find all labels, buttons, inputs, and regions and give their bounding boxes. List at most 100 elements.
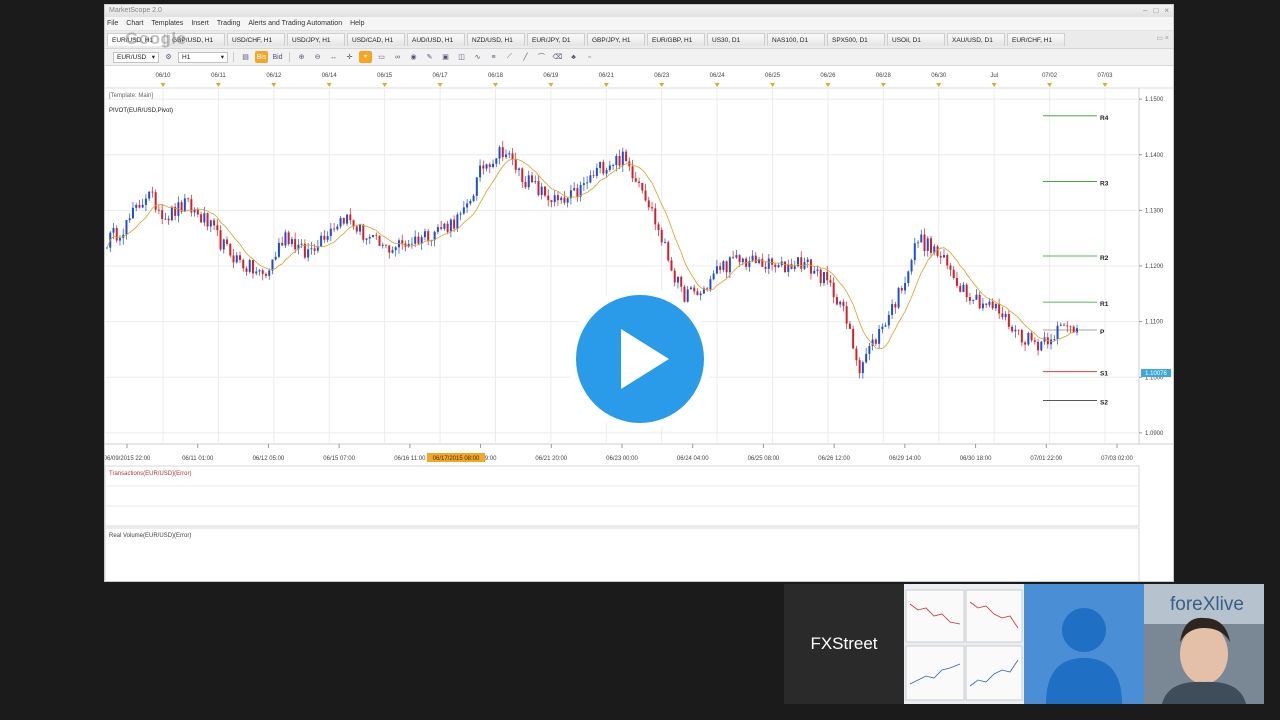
- chart-type-icon[interactable]: ▤: [239, 51, 252, 63]
- candle-body: [913, 243, 916, 261]
- tab-eurusd-h1[interactable]: EUR/USD, H1: [107, 33, 165, 46]
- maximize-icon[interactable]: □: [1153, 6, 1158, 15]
- menu-trading[interactable]: Trading: [217, 20, 240, 27]
- candle-body: [456, 214, 459, 229]
- tab-usdchf-h1[interactable]: USD/CHF, H1: [227, 33, 285, 46]
- menu-help[interactable]: Help: [350, 20, 364, 27]
- top-date-label: 06/24: [710, 73, 726, 79]
- volume-panel: [105, 527, 1140, 581]
- image-icon[interactable]: ▣: [439, 51, 452, 63]
- tab-audusd-h1[interactable]: AUD/USD, H1: [407, 33, 465, 46]
- candle-body: [878, 329, 881, 344]
- menu-chart[interactable]: Chart: [126, 20, 143, 27]
- participant-screenshare[interactable]: [904, 584, 1024, 704]
- tab-eurjpy-d1[interactable]: EUR/JPY, D1: [527, 33, 585, 46]
- candle-body: [498, 147, 501, 159]
- candle-body: [848, 323, 851, 329]
- zoom-out-icon[interactable]: ⊖: [311, 51, 324, 63]
- close-icon[interactable]: ×: [1164, 6, 1169, 15]
- menu-alerts[interactable]: Alerts and Trading Automation: [248, 20, 342, 27]
- tree-icon[interactable]: ♣: [567, 51, 580, 63]
- indicator-icon[interactable]: ∿: [471, 51, 484, 63]
- candle-body: [1063, 324, 1066, 326]
- tab-eurgbp-h1[interactable]: EUR/GBP, H1: [647, 33, 705, 46]
- tab-list-icon[interactable]: ▭ ×: [1156, 34, 1169, 42]
- trend-tool-icon[interactable]: ⟋: [503, 51, 516, 63]
- menu-bar: File Chart Templates Insert Trading Aler…: [105, 17, 1173, 31]
- candle-body: [852, 328, 855, 349]
- pencil-icon[interactable]: ✎: [423, 51, 436, 63]
- candle-body: [800, 257, 803, 269]
- candle-body: [819, 269, 822, 284]
- transactions-label: Transactions(EUR/USD)(Error): [109, 471, 191, 477]
- app-title: MarketScope 2.0: [109, 7, 162, 14]
- candle-body: [161, 210, 164, 219]
- tab-eurchf-h1[interactable]: EUR/CHF, H1: [1007, 33, 1065, 46]
- tab-nas100-d1[interactable]: NAS100, D1: [767, 33, 825, 46]
- symbol-settings-icon[interactable]: ⚙: [162, 51, 175, 63]
- avatar: [1046, 608, 1122, 704]
- bid-button[interactable]: Bis: [255, 51, 268, 63]
- lines-icon[interactable]: ≡: [487, 51, 500, 63]
- candle-body: [518, 168, 521, 170]
- candle-body: [1020, 329, 1023, 343]
- participant-webcam[interactable]: foreXlive: [1144, 584, 1264, 704]
- participant-fxstreet[interactable]: FXStreet: [784, 584, 904, 704]
- candle-body: [667, 242, 670, 261]
- menu-insert[interactable]: Insert: [191, 20, 209, 27]
- candle-body: [725, 261, 728, 273]
- symbol-select[interactable]: EUR/USD ▾: [113, 51, 159, 63]
- candle-body: [352, 220, 355, 227]
- ask-button[interactable]: Bid: [271, 51, 284, 63]
- price-tick-label: 1.1300: [1145, 208, 1164, 214]
- panel-icon[interactable]: ▫: [583, 51, 596, 63]
- level-tool-icon[interactable]: ⌒: [535, 51, 548, 63]
- tab-gbpusd-h1[interactable]: GBP/USD, H1: [167, 33, 225, 46]
- bottom-date-label: 06/25 08:00: [748, 456, 780, 462]
- candle-body: [621, 151, 624, 166]
- participant-avatar[interactable]: [1024, 584, 1144, 704]
- top-date-label: 06/18: [488, 73, 504, 79]
- tab-xauusd-d1[interactable]: XAU/USD, D1: [947, 33, 1005, 46]
- price-tick-label: 1.0900: [1145, 431, 1164, 437]
- cursor-date-label: 06/17/2015 08:00: [433, 456, 480, 462]
- eraser-icon[interactable]: ⌫: [551, 51, 564, 63]
- zoom-in-icon[interactable]: ⊕: [295, 51, 308, 63]
- menu-file[interactable]: File: [107, 20, 118, 27]
- candle-body: [423, 231, 426, 238]
- candle-body: [553, 195, 556, 203]
- globe-icon[interactable]: ◉: [407, 51, 420, 63]
- rectangle-icon[interactable]: ▭: [375, 51, 388, 63]
- tab-us30-d1[interactable]: US30, D1: [707, 33, 765, 46]
- candle-body: [514, 158, 517, 170]
- minimize-icon[interactable]: –: [1143, 6, 1147, 15]
- price-tick-label: 1.1100: [1145, 320, 1164, 326]
- timeframe-select[interactable]: H1 ▾: [178, 51, 228, 63]
- pivot-label-r1: R1: [1100, 301, 1109, 308]
- pivot-label-s1: S1: [1100, 371, 1108, 378]
- candle-body: [719, 266, 722, 270]
- candle-body: [978, 294, 981, 309]
- tab-spx500-d1[interactable]: SPX500, D1: [827, 33, 885, 46]
- candle-body: [599, 162, 602, 168]
- scroll-icon[interactable]: ↔: [327, 51, 340, 63]
- tab-gbpjpy-h1[interactable]: GBP/JPY, H1: [587, 33, 645, 46]
- tab-usdjpy-h1[interactable]: USD/JPY, H1: [287, 33, 345, 46]
- crosshair-icon[interactable]: ✛: [343, 51, 356, 63]
- bottom-date-label: 06/21 20:00: [535, 456, 567, 462]
- line-tool-icon[interactable]: ╱: [519, 51, 532, 63]
- candle-body: [226, 239, 229, 244]
- tab-usdcad-h1[interactable]: USD/CAD, H1: [347, 33, 405, 46]
- camera-icon[interactable]: ◫: [455, 51, 468, 63]
- play-button[interactable]: [565, 284, 715, 434]
- tab-usoil-d1[interactable]: USOil, D1: [887, 33, 945, 46]
- date-marker-icon: [160, 83, 166, 87]
- cursor-icon[interactable]: ⌖: [359, 51, 372, 63]
- menu-templates[interactable]: Templates: [151, 20, 183, 27]
- candle-body: [657, 224, 660, 230]
- price-tick-label: 1.1400: [1145, 153, 1164, 159]
- tab-nzdusd-h1[interactable]: NZD/USD, H1: [467, 33, 525, 46]
- link-icon[interactable]: ∞: [391, 51, 404, 63]
- candle-body: [540, 186, 543, 195]
- candle-body: [865, 353, 868, 363]
